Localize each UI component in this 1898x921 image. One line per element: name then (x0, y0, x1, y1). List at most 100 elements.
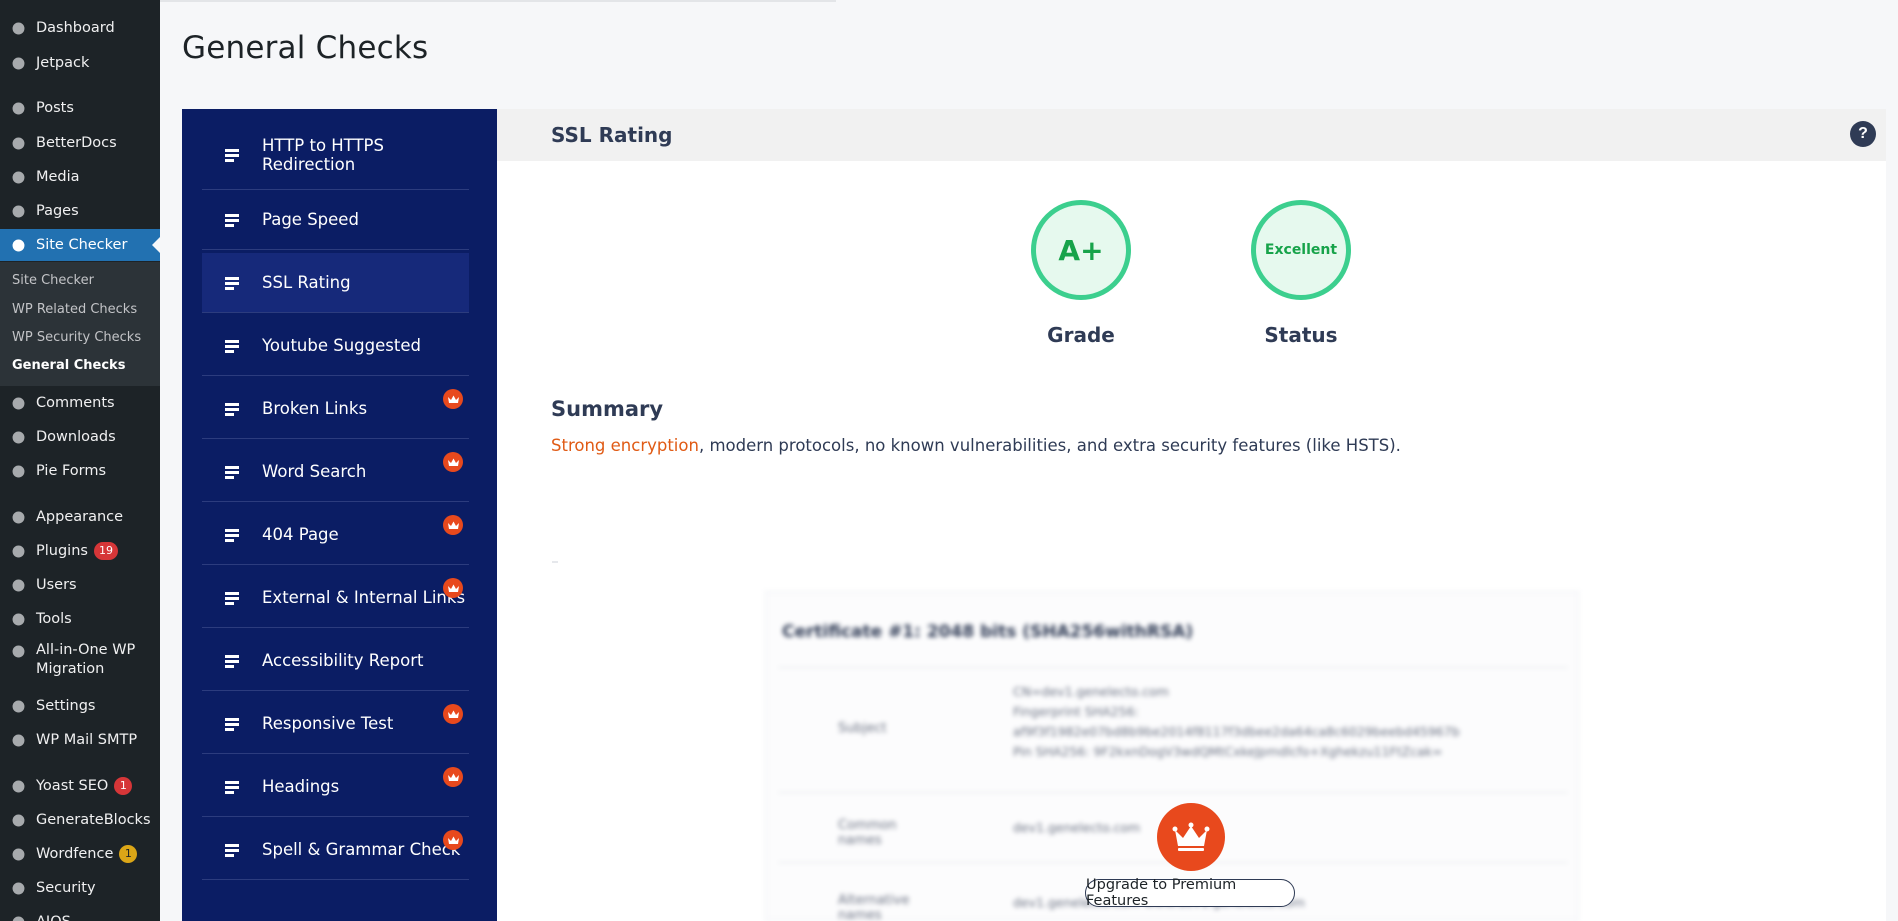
wp-menu-item-all-in-one-wp-migration[interactable]: All-in-One WP Migration (0, 637, 160, 681)
certificate-card-blurred: Certificate #1: 2048 bits (SHA256withRSA… (765, 591, 1579, 921)
brush-icon (8, 507, 28, 527)
check-item-label: Page Speed (262, 210, 359, 229)
wp-menu-item-downloads[interactable]: Downloads (0, 421, 160, 453)
wp-menu-item-yoast-seo[interactable]: Yoast SEO 1 (0, 770, 160, 802)
aios-icon (8, 912, 28, 921)
speed-icon (222, 210, 242, 230)
word-search-icon (222, 462, 242, 482)
ssl-icon (222, 273, 242, 293)
wp-menu-label: Pie Forms (36, 463, 107, 479)
certificate-value-line: CN=dev1.genelecto.com (1013, 684, 1169, 699)
wp-menu-label: Comments (36, 395, 115, 411)
certificate-value-line: Pin SHA256: 9F2kxnDogV3wdQMtCxkeJpmdlcfo… (1013, 744, 1443, 759)
wp-menu-item-pages[interactable]: Pages (0, 195, 160, 227)
wp-menu-item-appearance[interactable]: Appearance (0, 501, 160, 533)
docs-icon (8, 133, 28, 153)
media-icon (8, 167, 28, 187)
check-item-ssl-rating[interactable]: SSL Rating (202, 253, 469, 313)
wp-submenu-general-checks[interactable]: General Checks (12, 358, 125, 373)
wp-submenu-site-checker[interactable]: Site Checker (12, 273, 94, 288)
wp-menu-item-pie-forms[interactable]: Pie Forms (0, 455, 160, 487)
settings-icon (8, 696, 28, 716)
wp-menu-item-wordfence[interactable]: Wordfence 1 (0, 838, 160, 870)
check-item-label: External & Internal Links (262, 588, 466, 607)
pages-icon (8, 201, 28, 221)
certificate-key: Alternative names (838, 893, 910, 921)
summary-highlight: Strong encryption (551, 436, 699, 455)
certificate-value-line: af9f3f1982e07bd8b9be2014f8117f3dbee2da64… (1013, 724, 1460, 739)
premium-crown-icon (443, 515, 463, 535)
wp-menu-label: Users (36, 577, 77, 593)
shield-icon (8, 878, 28, 898)
wp-menu-item-dashboard[interactable]: Dashboard (0, 12, 160, 44)
certificate-value-line: dev1.genelecto.com (1013, 820, 1141, 835)
wp-menu-item-posts[interactable]: Posts (0, 92, 160, 124)
broken-link-icon (222, 399, 242, 419)
wp-menu-item-users[interactable]: Users (0, 569, 160, 601)
check-item-label: Broken Links (262, 399, 368, 418)
check-item-youtube-suggested[interactable]: Youtube Suggested (202, 316, 469, 376)
wp-menu-item-settings[interactable]: Settings (0, 690, 160, 722)
status-badge: Excellent (1251, 200, 1351, 300)
premium-crown-icon (443, 578, 463, 598)
check-item-responsive-test[interactable]: Responsive Test (202, 694, 469, 754)
wp-menu-label: Security (36, 880, 96, 896)
wp-submenu-wp-related-checks[interactable]: WP Related Checks (12, 302, 137, 317)
wp-menu-item-jetpack[interactable]: Jetpack (0, 47, 160, 79)
wp-menu-item-generateblocks[interactable]: GenerateBlocks (0, 804, 160, 836)
migration-icon (8, 641, 28, 661)
check-item-headings[interactable]: Headings (202, 757, 469, 817)
check-item-label: Youtube Suggested (262, 336, 421, 355)
divider-mark (552, 561, 558, 563)
notification-badge: 19 (93, 542, 118, 560)
check-item-404-page[interactable]: 404 Page (202, 505, 469, 565)
wp-menu-item-comments[interactable]: Comments (0, 387, 160, 419)
summary-rest: , modern protocols, no known vulnerabili… (698, 436, 1401, 455)
wp-menu-label: Jetpack (36, 55, 90, 71)
check-item-spell-grammar-check[interactable]: Spell & Grammar Check (202, 820, 469, 880)
wp-menu-item-wp-mail-smtp[interactable]: WP Mail SMTP (0, 724, 160, 756)
grade-badge: A+ (1031, 200, 1131, 300)
check-item-external-internal-links[interactable]: External & Internal Links (202, 568, 469, 628)
links-icon (222, 588, 242, 608)
mail-icon (8, 730, 28, 750)
check-item-label: Headings (262, 777, 340, 796)
comments-icon (8, 393, 28, 413)
app-root: Dashboard Jetpack Posts BetterDocs Media Page… (0, 0, 1898, 921)
wp-menu-item-site-checker[interactable]: Site Checker (0, 229, 160, 261)
premium-crown-icon (443, 389, 463, 409)
certificate-row: Subject CN=dev1.genelecto.com Fingerprint … (778, 667, 1568, 792)
wp-menu-item-plugins[interactable]: Plugins 19 (0, 535, 160, 567)
wp-menu-item-aios[interactable]: AIOS (0, 906, 160, 921)
wp-menu-label: Downloads (36, 429, 116, 445)
help-button[interactable]: ? (1850, 121, 1876, 147)
wp-menu-item-media[interactable]: Media (0, 161, 160, 193)
wp-admin-sidebar: Dashboard Jetpack Posts BetterDocs Media Page… (0, 0, 160, 921)
wp-menu-item-betterdocs[interactable]: BetterDocs (0, 127, 160, 159)
summary-text: Strong encryption, modern protocols, no … (551, 436, 1401, 455)
wp-menu-item-security[interactable]: Security (0, 872, 160, 904)
premium-crown-icon (443, 830, 463, 850)
wp-menu-label: Appearance (36, 509, 124, 525)
wp-menu-label: Dashboard (36, 20, 115, 36)
wp-submenu-wp-security-checks[interactable]: WP Security Checks (12, 330, 141, 345)
check-item-accessibility-report[interactable]: Accessibility Report (202, 631, 469, 691)
check-item-label: Spell & Grammar Check (262, 840, 461, 859)
crown-icon[interactable] (1157, 803, 1225, 871)
wp-menu-label: AIOS (36, 914, 71, 921)
check-item-page-speed[interactable]: Page Speed (202, 190, 469, 250)
check-item-word-search[interactable]: Word Search (202, 442, 469, 502)
wp-menu-label: All-in-One WP Migration (36, 642, 136, 677)
check-item-label: SSL Rating (262, 273, 351, 292)
check-item-broken-links[interactable]: Broken Links (202, 379, 469, 439)
wp-menu-item-tools[interactable]: Tools (0, 603, 160, 635)
premium-crown-icon (443, 704, 463, 724)
upgrade-button[interactable]: Upgrade to Premium Features (1085, 877, 1295, 909)
wp-menu-label: Wordfence (36, 846, 114, 862)
page-title: General Checks (182, 30, 429, 66)
summary-title: Summary (551, 397, 664, 421)
certificate-value: dev1.genelecto.com (1013, 818, 1140, 838)
users-icon (8, 575, 28, 595)
check-item-http-to-https-redirection[interactable]: HTTP to HTTPS Redirection (202, 120, 469, 190)
alert-icon (222, 525, 242, 545)
